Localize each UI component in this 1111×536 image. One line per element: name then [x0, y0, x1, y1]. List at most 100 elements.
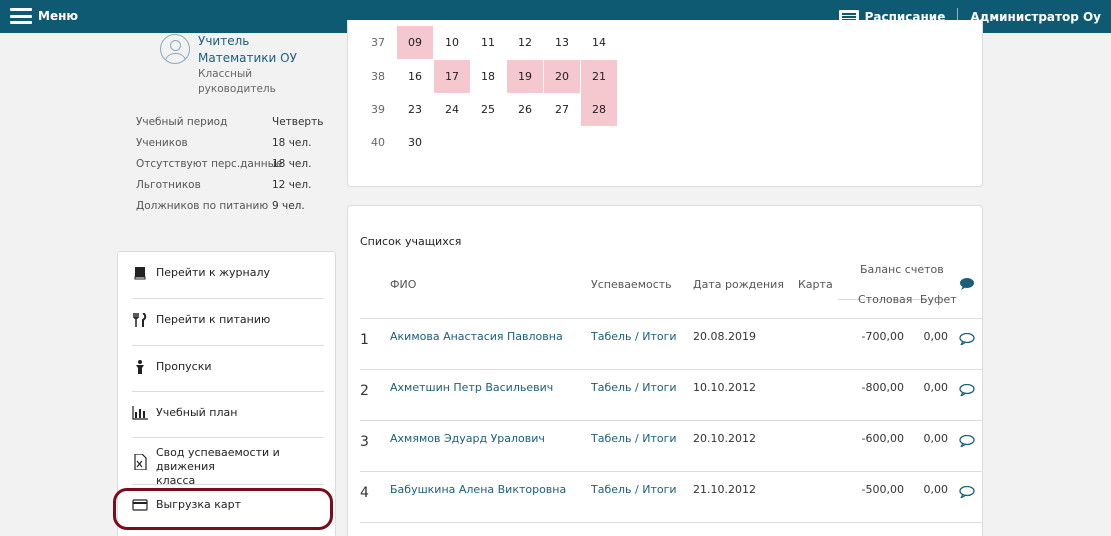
calendar-day-marked[interactable]: 20: [544, 60, 580, 93]
highlight-annotation: [113, 488, 333, 530]
student-name-link[interactable]: Ахметшин Петр Васильевич: [390, 381, 553, 394]
birth-date: 10.10.2012: [693, 381, 756, 394]
progress-link[interactable]: Табель / Итоги: [591, 432, 677, 445]
stat-value: 9 чел.: [272, 200, 305, 212]
week-number: 40: [371, 136, 385, 149]
menu-label: Меню: [38, 9, 79, 23]
stat-label: Отсутствуют перс.данные: [136, 158, 283, 170]
nav-label: Пропуски: [156, 360, 212, 373]
balance-buffet: 0,00: [923, 432, 949, 445]
stat-label: Учеников: [136, 137, 188, 149]
student-name-link[interactable]: Ахмямов Эдуард Уралович: [390, 432, 545, 445]
birth-date: 20.08.2019: [693, 330, 756, 343]
header-canteen: Столовая: [858, 293, 913, 306]
row-number: 2: [360, 383, 369, 399]
balance-buffet: 0,00: [923, 381, 949, 394]
stat-value: 12 чел.: [272, 179, 312, 191]
calendar-day[interactable]: 13: [544, 26, 580, 59]
calendar-day[interactable]: 18: [470, 60, 506, 93]
student-name-link[interactable]: Бабушкина Алена Викторовна: [390, 483, 566, 496]
stat-row: Должников по питанию 9 чел.: [136, 200, 346, 221]
student-name-link[interactable]: Акимова Анастасия Павловна: [390, 330, 563, 343]
stat-row: Учебный период Четверть: [136, 116, 346, 137]
row-divider: [360, 369, 982, 370]
nav-label: Свод успеваемости и движения класса: [156, 446, 280, 487]
stat-row: Отсутствуют перс.данные 18 чел.: [136, 158, 346, 179]
row-divider: [360, 522, 982, 523]
class-stats: Учебный период Четверть Учеников 18 чел.…: [136, 116, 346, 221]
balance-canteen: -600,00: [861, 432, 904, 445]
calendar-card: 37 09 10 11 12 13 14 38 16 17 18 19 20 21 39 23 24 25 26 27…: [347, 20, 983, 187]
calendar-day[interactable]: 23: [397, 93, 433, 126]
user-menu[interactable]: Администратор Оу: [970, 10, 1101, 24]
calendar-day[interactable]: 24: [434, 93, 470, 126]
nav-label: Учебный план: [156, 406, 238, 419]
student-list-title: Список учащихся: [360, 235, 462, 248]
header-birth-date: Дата рождения: [693, 278, 784, 291]
balance-canteen: -700,00: [861, 330, 904, 343]
nav-label: Перейти к питанию: [156, 313, 271, 326]
calendar-day[interactable]: 25: [470, 93, 506, 126]
nav-item-journal[interactable]: Перейти к журналу: [132, 252, 324, 299]
stat-value: 18 чел.: [272, 158, 312, 170]
hamburger-icon: [10, 8, 32, 24]
calendar-day[interactable]: 14: [581, 26, 617, 59]
row-number: 1: [360, 332, 369, 348]
row-number: 3: [360, 434, 369, 450]
student-list-card: Список учащихся ФИО Успеваемость Дата ро…: [347, 205, 983, 536]
stat-row: Льготников 12 чел.: [136, 179, 346, 200]
row-number: 4: [360, 485, 369, 501]
teacher-name[interactable]: Учитель Математики ОУ: [198, 33, 298, 67]
row-divider: [360, 471, 982, 472]
stat-value: Четверть: [272, 116, 324, 128]
stat-label: Учебный период: [136, 116, 228, 128]
header-balance: Баланс счетов: [860, 263, 944, 276]
book-icon: [134, 267, 146, 280]
comment-icon[interactable]: [959, 435, 975, 447]
nav-item-progress-summary[interactable]: Свод успеваемости и движения класса: [132, 438, 324, 487]
comment-icon[interactable]: [959, 333, 975, 345]
calendar-day[interactable]: 10: [434, 26, 470, 59]
calendar-day-marked[interactable]: 17: [434, 60, 470, 93]
stat-label: Льготников: [136, 179, 201, 191]
calendar-day[interactable]: 12: [507, 26, 543, 59]
teacher-role: Классный руководитель: [198, 68, 276, 95]
calendar-day[interactable]: 16: [397, 60, 433, 93]
balance-canteen: -800,00: [861, 381, 904, 394]
stat-label: Должников по питанию: [136, 200, 269, 212]
calendar-day[interactable]: 27: [544, 93, 580, 126]
header-buffet: Буфет: [920, 293, 957, 306]
nav-item-food[interactable]: Перейти к питанию: [132, 299, 324, 346]
birth-date: 21.10.2012: [693, 483, 756, 496]
calendar-day-marked[interactable]: 21: [581, 60, 617, 93]
comment-icon[interactable]: [959, 384, 975, 396]
calendar-day-marked[interactable]: 28: [581, 93, 617, 126]
stat-row: Учеников 18 чел.: [136, 137, 346, 158]
comments-header-icon: [960, 278, 974, 290]
comment-icon[interactable]: [959, 486, 975, 498]
calendar-day-marked[interactable]: 19: [507, 60, 543, 93]
row-divider: [360, 318, 982, 319]
balance-buffet: 0,00: [923, 483, 949, 496]
menu-button[interactable]: Меню: [10, 8, 78, 24]
balance-buffet: 0,00: [923, 330, 949, 343]
person-icon: [136, 360, 144, 374]
birth-date: 20.10.2012: [693, 432, 756, 445]
calendar-day[interactable]: 11: [470, 26, 506, 59]
stat-value: 18 чел.: [272, 137, 312, 149]
header-card: Карта: [798, 278, 833, 291]
calendar-day[interactable]: 30: [397, 126, 433, 159]
progress-link[interactable]: Табель / Итоги: [591, 483, 677, 496]
week-number: 38: [371, 70, 385, 83]
nav-item-absences[interactable]: Пропуски: [132, 346, 324, 392]
bar-chart-icon: [132, 406, 148, 420]
week-number: 39: [371, 103, 385, 116]
row-divider: [360, 420, 982, 421]
calendar-day-marked[interactable]: 09: [397, 26, 433, 59]
nav-item-study-plan[interactable]: Учебный план: [132, 392, 324, 438]
excel-file-icon: [134, 454, 147, 470]
progress-link[interactable]: Табель / Итоги: [591, 330, 677, 343]
nav-label: Перейти к журналу: [156, 266, 271, 279]
calendar-day[interactable]: 26: [507, 93, 543, 126]
progress-link[interactable]: Табель / Итоги: [591, 381, 677, 394]
